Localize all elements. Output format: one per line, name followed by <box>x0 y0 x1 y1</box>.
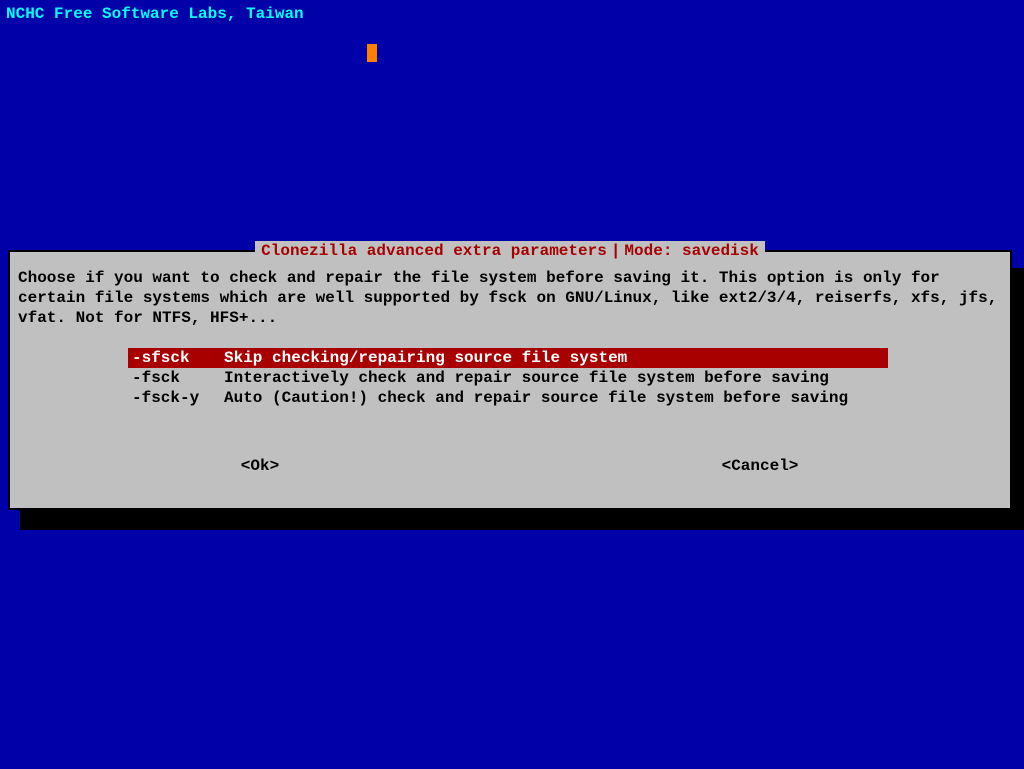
dialog-shadow-right <box>1012 268 1024 530</box>
dialog-title-left: Clonezilla advanced extra parameters <box>261 242 607 260</box>
terminal-screen: NCHC Free Software Labs, Taiwan Clonezil… <box>0 0 1024 769</box>
dialog-buttons: <Ok> <Cancel> <box>10 456 1010 476</box>
option-key: -sfsck <box>128 348 224 368</box>
header-text: NCHC Free Software Labs, Taiwan <box>6 4 304 24</box>
option-menu[interactable]: -sfsck Skip checking/repairing source fi… <box>128 348 898 408</box>
option-desc: Skip checking/repairing source file syst… <box>224 348 627 368</box>
dialog-prompt: Choose if you want to check and repair t… <box>18 268 1002 328</box>
option-key: -fsck <box>128 368 224 388</box>
pipe-separator: | <box>611 242 621 260</box>
option-key: -fsck-y <box>128 388 224 408</box>
dialog-title-right: Mode: savedisk <box>624 242 758 260</box>
dialog-title: Clonezilla advanced extra parameters|Mod… <box>255 241 765 261</box>
ok-button[interactable]: <Ok> <box>10 456 510 476</box>
option-desc: Auto (Caution!) check and repair source … <box>224 388 848 408</box>
dialog-box: Clonezilla advanced extra parameters|Mod… <box>8 250 1012 510</box>
cancel-button[interactable]: <Cancel> <box>510 456 1010 476</box>
option-desc: Interactively check and repair source fi… <box>224 368 829 388</box>
dialog-title-bar: Clonezilla advanced extra parameters|Mod… <box>10 241 1010 261</box>
option-sfsck[interactable]: -sfsck Skip checking/repairing source fi… <box>128 348 888 368</box>
text-cursor <box>367 44 377 62</box>
dialog-shadow-bottom <box>20 510 1024 530</box>
option-fsck[interactable]: -fsck Interactively check and repair sou… <box>128 368 898 388</box>
option-fsck-y[interactable]: -fsck-y Auto (Caution!) check and repair… <box>128 388 898 408</box>
